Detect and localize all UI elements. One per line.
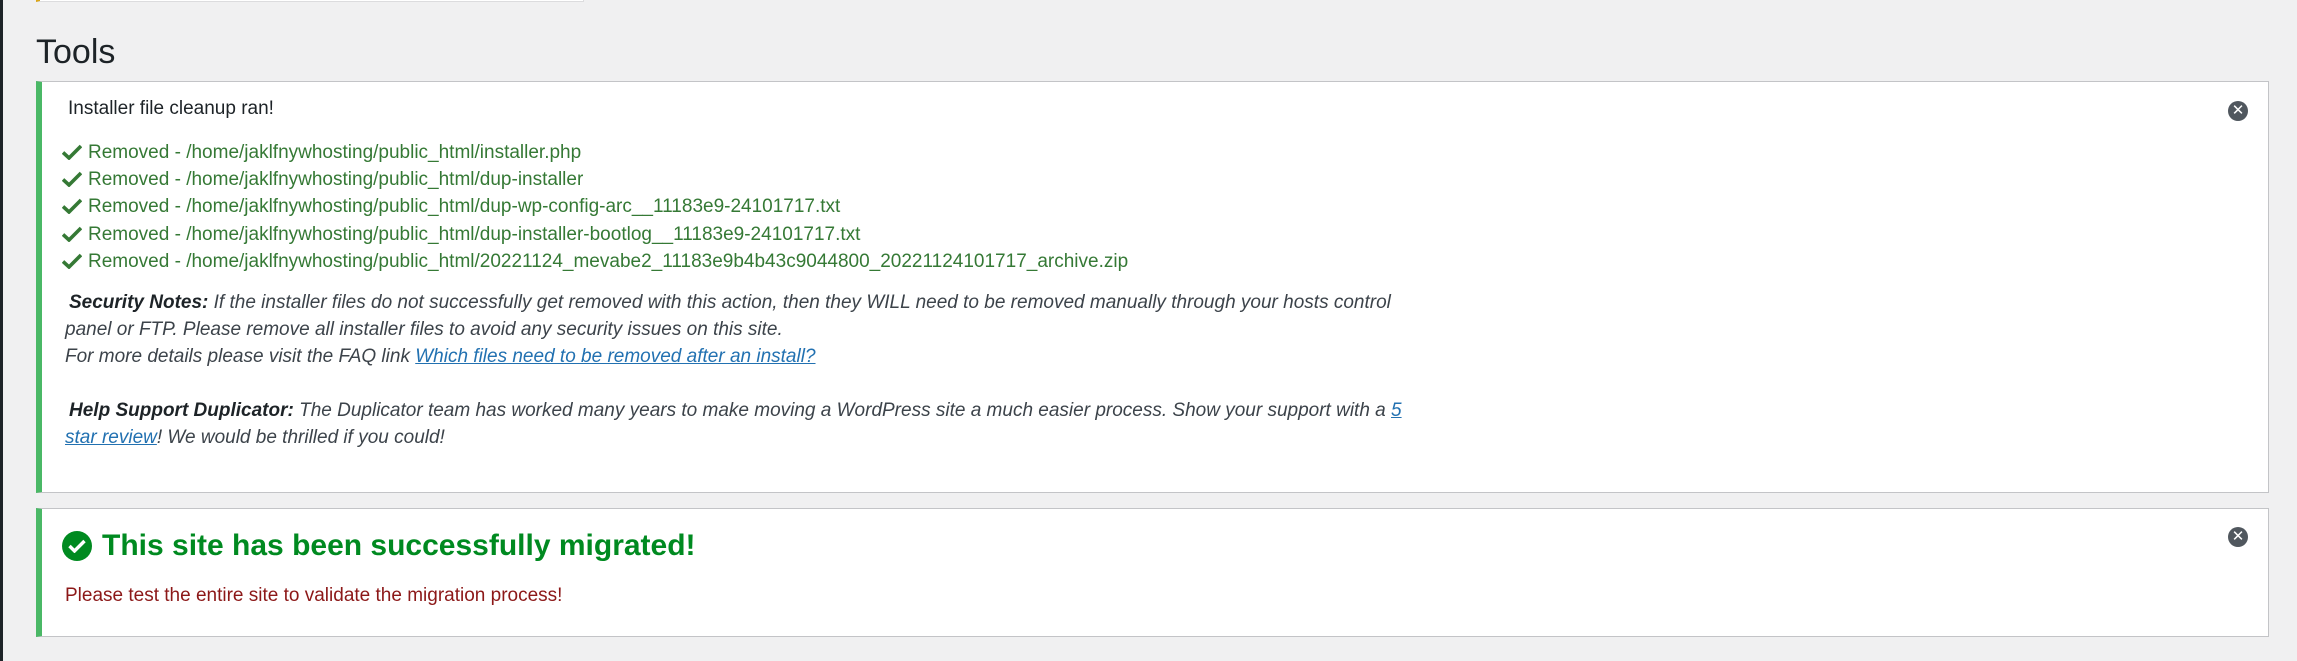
- close-circle-icon[interactable]: ✕: [2228, 101, 2248, 121]
- migration-heading: This site has been successfully migrated…: [62, 529, 696, 563]
- security-notes-label: Security Notes:: [69, 292, 209, 313]
- checkmark-icon: [61, 144, 84, 162]
- list-item: Removed - /home/jaklfnywhosting/public_h…: [61, 166, 1128, 193]
- help-support-label: Help Support Duplicator:: [69, 400, 294, 421]
- help-support-text: The Duplicator team has worked many year…: [293, 400, 1392, 421]
- removed-file-text: Removed - /home/jaklfnywhosting/public_h…: [88, 196, 841, 218]
- removed-file-text: Removed - /home/jaklfnywhosting/public_h…: [88, 223, 861, 245]
- previous-notice-edge: [36, 0, 584, 2]
- removed-file-text: Removed - /home/jaklfnywhosting/public_h…: [88, 251, 1129, 273]
- cleanup-title: Installer file cleanup ran!: [68, 98, 274, 119]
- help-support: Help Support Duplicator: The Duplicator …: [65, 397, 1430, 451]
- checkmark-icon: [61, 253, 84, 271]
- migration-notice: ✕ This site has been successfully migrat…: [36, 508, 2269, 637]
- security-notes: Security Notes: If the installer files d…: [65, 289, 1430, 370]
- removed-file-text: Removed - /home/jaklfnywhosting/public_h…: [88, 169, 584, 191]
- list-item: Removed - /home/jaklfnywhosting/public_h…: [61, 194, 1128, 221]
- help-support-suffix: ! We would be thrilled if you could!: [156, 427, 445, 448]
- migration-title: This site has been successfully migrated…: [102, 529, 696, 562]
- list-item: Removed - /home/jaklfnywhosting/public_h…: [61, 221, 1128, 248]
- removed-file-text: Removed - /home/jaklfnywhosting/public_h…: [88, 141, 582, 163]
- cleanup-notice: ✕ Installer file cleanup ran! Removed - …: [36, 81, 2269, 493]
- checkmark-icon: [61, 198, 84, 216]
- admin-left-border: [0, 0, 3, 661]
- checkmark-icon: [61, 171, 84, 189]
- removed-files-list: Removed - /home/jaklfnywhosting/public_h…: [61, 139, 1129, 276]
- checkmark-icon: [61, 226, 84, 244]
- security-notes-text: If the installer files do not successful…: [65, 292, 1391, 340]
- migration-subtitle: Please test the entire site to validate …: [65, 585, 563, 606]
- page-title: Tools: [36, 33, 116, 71]
- close-circle-icon[interactable]: ✕: [2228, 527, 2248, 547]
- list-item: Removed - /home/jaklfnywhosting/public_h…: [61, 139, 1128, 166]
- faq-prefix: For more details please visit the FAQ li…: [65, 346, 416, 367]
- check-circle-icon: [62, 531, 92, 561]
- list-item: Removed - /home/jaklfnywhosting/public_h…: [61, 249, 1129, 276]
- faq-link[interactable]: Which files need to be removed after an …: [415, 346, 815, 367]
